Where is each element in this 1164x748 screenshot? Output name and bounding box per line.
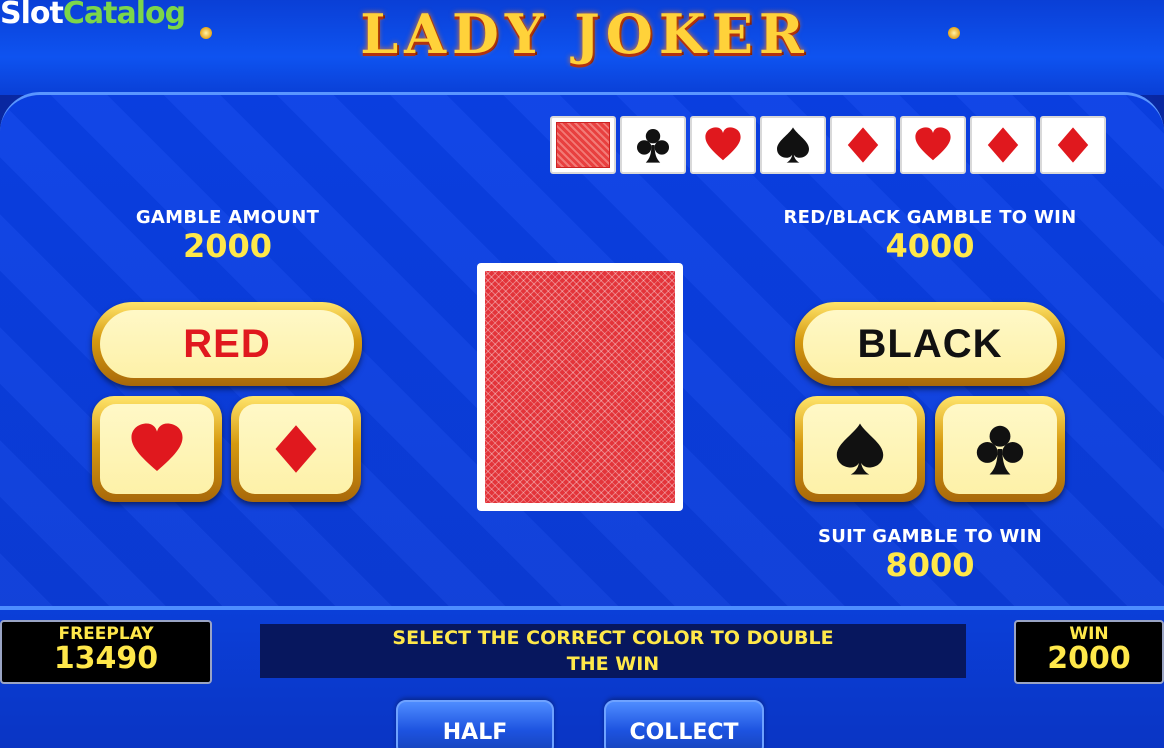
black-button-label: BLACK — [857, 321, 1003, 366]
diamond-icon — [1057, 127, 1089, 163]
watermark-part2: Catalog — [62, 0, 186, 31]
red-button[interactable]: RED — [92, 302, 362, 386]
black-button[interactable]: BLACK — [795, 302, 1065, 386]
freeplay-value: 13490 — [53, 641, 159, 676]
win-value: 2000 — [1047, 641, 1131, 676]
history-card — [830, 116, 896, 174]
red-black-label: RED/BLACK GAMBLE TO WIN — [783, 207, 1077, 228]
diamond-icon — [275, 425, 317, 473]
message-line1: SELECT THE CORRECT COLOR TO DOUBLE — [392, 627, 834, 649]
heart-icon — [915, 127, 951, 161]
card-history — [550, 116, 1106, 174]
half-button[interactable]: HALF — [396, 700, 554, 748]
gamble-amount-value: 2000 — [182, 227, 273, 265]
clubs-button[interactable] — [935, 396, 1065, 502]
history-card — [970, 116, 1036, 174]
hearts-button[interactable] — [92, 396, 222, 502]
club-icon — [637, 129, 669, 163]
watermark-part1: Slot — [0, 0, 64, 31]
history-card — [900, 116, 966, 174]
suit-gamble-label: SUIT GAMBLE TO WIN — [817, 526, 1043, 547]
message-line2: THE WIN — [566, 653, 660, 675]
title-left-dot — [200, 27, 212, 39]
club-icon — [976, 425, 1024, 475]
red-button-label: RED — [183, 321, 271, 366]
history-card — [620, 116, 686, 174]
title-right-dot — [948, 27, 960, 39]
face-down-card — [477, 263, 683, 511]
game-title: LADY JOKER — [360, 2, 810, 66]
diamond-icon — [847, 127, 879, 163]
status-message: SELECT THE CORRECT COLOR TO DOUBLE THE W… — [260, 624, 966, 678]
history-card — [760, 116, 826, 174]
win-meter: WIN 2000 — [1014, 620, 1164, 684]
diamonds-button[interactable] — [231, 396, 361, 502]
heart-icon — [131, 423, 183, 472]
spades-button[interactable] — [795, 396, 925, 502]
history-card — [1040, 116, 1106, 174]
history-card — [550, 116, 616, 174]
card-back-pattern — [485, 271, 675, 503]
watermark: SlotCatalog — [0, 0, 186, 31]
red-black-value: 4000 — [885, 227, 975, 265]
history-card — [690, 116, 756, 174]
freeplay-meter: FREEPLAY 13490 — [0, 620, 212, 684]
diamond-icon — [987, 127, 1019, 163]
gamble-amount-label: GAMBLE AMOUNT — [135, 207, 320, 228]
suit-gamble-value: 8000 — [885, 546, 975, 584]
spade-icon — [777, 127, 809, 163]
card-back-icon — [556, 122, 610, 168]
heart-icon — [705, 127, 741, 161]
collect-button[interactable]: COLLECT — [604, 700, 764, 748]
spade-icon — [836, 423, 884, 475]
